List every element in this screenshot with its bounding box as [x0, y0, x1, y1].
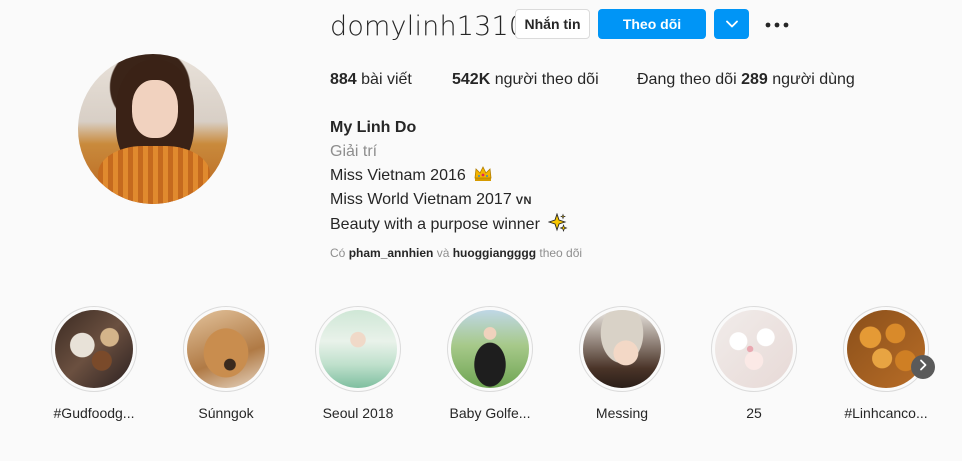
highlight-item[interactable]: Seoul 2018 [314, 306, 402, 421]
category-label: Giải trí [330, 143, 378, 160]
profile-bio: My Linh Do Giải trí Miss Vietnam 2016 Mi… [330, 116, 568, 237]
followers-count: 542K [452, 71, 491, 88]
highlight-cover [715, 310, 793, 388]
followers-stat[interactable]: 542K người theo dõi [452, 71, 599, 89]
followed-by-prefix: Có [330, 246, 349, 260]
highlight-label: Baby Golfe... [449, 405, 531, 421]
highlight-ring [711, 306, 797, 392]
bio-line-2-text: Miss World Vietnam 2017 [330, 191, 512, 208]
highlight-ring [447, 306, 533, 392]
chevron-down-icon [725, 15, 738, 33]
bio-line-1-text: Miss Vietnam 2016 [330, 167, 466, 184]
bio-line-3: Beauty with a purpose winner [330, 212, 568, 237]
full-name: My Linh Do [330, 119, 417, 136]
highlight-label: #Linhcanco... [844, 405, 928, 421]
following-prefix: Đang theo dõi [637, 71, 742, 88]
highlight-item[interactable]: Súnngok [182, 306, 270, 421]
highlights-next-button[interactable] [911, 355, 935, 379]
sparkles-icon [547, 212, 568, 233]
posts-label: bài viết [356, 71, 412, 88]
message-button[interactable]: Nhắn tin [515, 9, 590, 39]
following-count: 289 [741, 71, 768, 88]
highlight-cover [187, 310, 265, 388]
highlight-cover [319, 310, 397, 388]
vietnam-flag-icon: VN [515, 195, 532, 207]
more-options-icon [765, 15, 789, 33]
profile-header: domylinh1310 [330, 8, 526, 44]
followed-by-user-2[interactable]: huoggiangggg [453, 246, 536, 260]
highlight-label: 25 [746, 405, 762, 421]
followed-by-user-1[interactable]: pham_annhien [349, 246, 434, 260]
suggested-dropdown-button[interactable] [714, 9, 749, 39]
highlight-item[interactable]: Messing [578, 306, 666, 421]
highlight-label: #Gudfoodg... [53, 405, 135, 421]
highlight-cover [583, 310, 661, 388]
highlight-ring [51, 306, 137, 392]
highlight-ring [183, 306, 269, 392]
posts-count: 884 [330, 71, 357, 88]
highlight-item[interactable]: 25 [710, 306, 798, 421]
highlight-ring [315, 306, 401, 392]
highlight-item[interactable]: Baby Golfe... [446, 306, 534, 421]
highlight-cover [847, 310, 925, 388]
highlight-ring [579, 306, 665, 392]
following-suffix: người dùng [767, 71, 855, 88]
crown-icon [474, 166, 492, 182]
story-highlights: #Gudfoodg... Súnngok Seoul 2018 Baby Gol… [50, 306, 950, 426]
highlight-label: Súnngok [198, 405, 254, 421]
highlight-label: Seoul 2018 [322, 405, 394, 421]
bio-line-2: Miss World Vietnam 2017 VN [330, 188, 568, 213]
bio-line-1: Miss Vietnam 2016 [330, 164, 568, 188]
highlight-label: Messing [595, 405, 649, 421]
highlight-item[interactable]: #Gudfoodg... [50, 306, 138, 421]
following-stat[interactable]: Đang theo dõi 289 người dùng [637, 71, 855, 89]
more-options-button[interactable] [764, 12, 790, 36]
chevron-right-icon [919, 358, 927, 376]
username: domylinh1310 [330, 10, 527, 42]
posts-stat: 884 bài viết [330, 71, 412, 89]
followed-by-suffix: theo dõi [536, 246, 583, 260]
follow-button[interactable]: Theo dõi [598, 9, 706, 39]
followers-label: người theo dõi [490, 71, 599, 88]
followed-by-connector: và [433, 246, 453, 260]
highlight-cover [55, 310, 133, 388]
highlight-ring [843, 306, 929, 392]
bio-line-3-text: Beauty with a purpose winner [330, 216, 540, 233]
profile-avatar[interactable] [78, 54, 228, 204]
followed-by[interactable]: Có pham_annhien và huoggiangggg theo dõi [330, 246, 582, 260]
highlight-cover [451, 310, 529, 388]
